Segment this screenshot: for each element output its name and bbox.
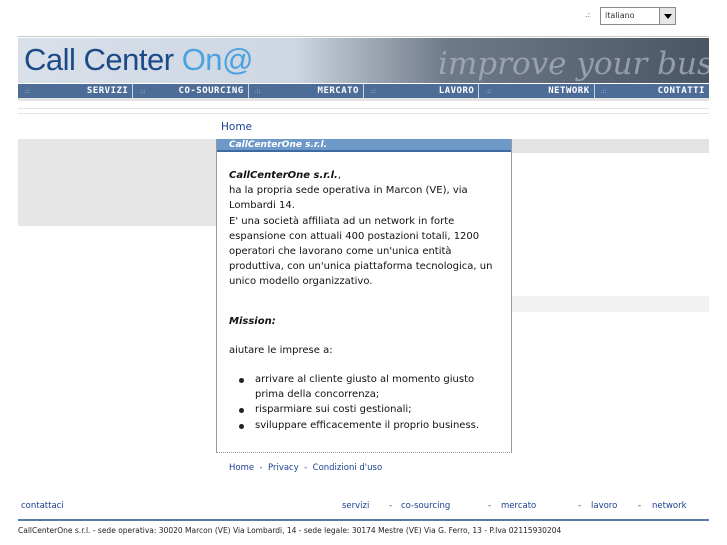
- bottom-separator: -: [389, 501, 393, 511]
- company-name: CallCenterOne s.r.l.: [229, 170, 338, 181]
- nav-dots: .::: [24, 87, 30, 95]
- mission-title: Mission:: [229, 315, 276, 327]
- logo-text: Call Center: [24, 42, 182, 77]
- panel-title: CallCenterOne s.r.l.: [229, 140, 327, 150]
- site-logo[interactable]: Call Center On@: [24, 42, 254, 78]
- list-item: arrivare al cliente giusto al momento gi…: [239, 372, 499, 402]
- main-nav: .:: SERVIZI .:: CO-SOURCING .:: MERCATO .::…: [18, 84, 709, 98]
- content-panel: CallCenterOne s.r.l. CallCenterOne s.r.l…: [216, 139, 512, 453]
- nav-dots: .::: [600, 87, 607, 95]
- nav-item-co-sourcing[interactable]: .:: CO-SOURCING: [133, 84, 249, 98]
- company-description: ha la propria sede operativa in Marcon (…: [229, 185, 468, 212]
- bottom-separator: -: [488, 501, 492, 511]
- company-affiliation: E' una società affiliata ad un network i…: [229, 215, 493, 288]
- company-intro: CallCenterOne s.r.l.,: [229, 168, 499, 183]
- logo-accent-text: On@: [181, 42, 254, 77]
- footer-separator: -: [254, 463, 268, 473]
- left-column-block: [18, 139, 216, 226]
- nav-label: NETWORK: [548, 86, 590, 96]
- right-column-header: [512, 139, 709, 153]
- nav-item-network[interactable]: .:: NETWORK: [479, 84, 595, 98]
- bottom-separator: -: [578, 501, 582, 511]
- nav-label: MERCATO: [317, 86, 359, 96]
- chevron-down-icon[interactable]: [659, 8, 675, 24]
- breadcrumb-home-link[interactable]: Home: [221, 121, 252, 133]
- mission-intro: aiutare le imprese a:: [229, 344, 333, 356]
- bottom-link-lavoro[interactable]: lavoro: [591, 501, 617, 511]
- nav-item-lavoro[interactable]: .:: LAVORO: [364, 84, 480, 98]
- intro-suffix: ,: [337, 170, 342, 181]
- language-dots: .:: [585, 10, 591, 19]
- nav-label: LAVORO: [438, 86, 475, 96]
- language-selected-value: italiano: [605, 11, 635, 20]
- footer-links: Home - Privacy - Condizioni d'uso: [229, 463, 382, 473]
- footer-conditions-link[interactable]: Condizioni d'uso: [313, 463, 383, 473]
- header-separator: [18, 108, 709, 114]
- footer-home-link[interactable]: Home: [229, 463, 254, 473]
- bottom-link-co-sourcing[interactable]: co-sourcing: [401, 501, 450, 511]
- footer-separator: -: [298, 463, 313, 473]
- bottom-separator: -: [638, 501, 642, 511]
- banner-tagline: improve your business: [438, 46, 709, 82]
- list-item: risparmiare sui costi gestionali;: [239, 402, 499, 417]
- nav-dots: .::: [254, 87, 261, 95]
- footer-privacy-link[interactable]: Privacy: [268, 463, 299, 473]
- header-banner: improve your business Call Center On@: [18, 38, 709, 83]
- bottom-link-network[interactable]: network: [652, 501, 687, 511]
- nav-item-servizi[interactable]: .:: SERVIZI: [18, 84, 134, 98]
- nav-shadow: [18, 98, 709, 101]
- panel-body: CallCenterOne s.r.l., ha la propria sede…: [229, 168, 499, 433]
- nav-item-contatti[interactable]: .:: CONTATTI: [595, 84, 709, 98]
- nav-dots: .::: [369, 87, 376, 95]
- bottom-link-mercato[interactable]: mercato: [501, 501, 536, 511]
- footer-company-info: CallCenterOne s.r.l. - sede operativa: 3…: [18, 526, 562, 535]
- right-column-block: [512, 296, 709, 312]
- contact-link[interactable]: contattaci: [21, 501, 64, 511]
- header-top-line: [18, 36, 709, 37]
- footer-rule: [18, 519, 709, 521]
- bottom-link-servizi[interactable]: servizi: [342, 501, 369, 511]
- list-item: sviluppare efficacemente il proprio busi…: [239, 418, 499, 433]
- nav-dots: .::: [485, 87, 492, 95]
- nav-label: CONTATTI: [657, 86, 705, 96]
- language-select[interactable]: italiano: [600, 7, 676, 25]
- nav-item-mercato[interactable]: .:: MERCATO: [249, 84, 364, 98]
- nav-label: CO-SOURCING: [178, 86, 244, 96]
- nav-dots: .::: [139, 87, 146, 95]
- panel-header: CallCenterOne s.r.l.: [217, 139, 511, 152]
- nav-label: SERVIZI: [86, 86, 129, 96]
- mission-list: arrivare al cliente giusto al momento gi…: [229, 372, 499, 433]
